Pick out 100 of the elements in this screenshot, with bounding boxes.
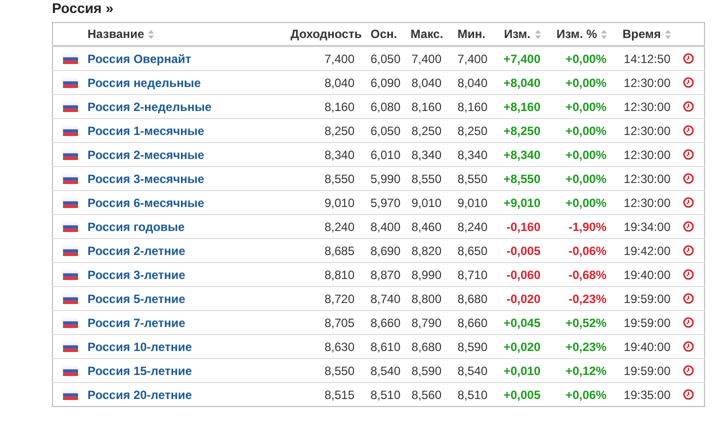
sort-icon[interactable] [601,30,608,40]
high-cell: 8,250 [411,124,442,138]
low-cell: 8,510 [458,388,488,402]
yield-cell: 8,705 [324,316,354,330]
change-percent-cell: +0,00% [565,100,606,114]
time-cell: 19:59:00 [624,292,670,306]
clock-icon [682,125,694,136]
time-cell: 12:30:00 [624,196,670,210]
clock-icon [682,317,694,328]
instrument-link[interactable]: Россия 20-летние [88,388,192,402]
low-cell: 8,650 [458,244,488,258]
yield-cell: 8,240 [324,220,354,234]
instrument-link[interactable]: Россия 2-летние [88,244,186,258]
flag-icon [63,150,78,160]
sort-icon[interactable] [664,30,671,40]
yield-cell: 8,550 [324,172,354,186]
instrument-link[interactable]: Россия 1-месячные [88,124,204,138]
clock-icon [682,77,694,88]
column-header[interactable]: Изм. [504,27,530,41]
prev-cell: 5,970 [370,196,401,210]
clock-icon [682,221,694,232]
instrument-link[interactable]: Россия 3-месячные [88,172,204,186]
instrument-link[interactable]: Россия 6-месячные [88,196,204,210]
high-cell: 8,340 [411,148,442,162]
high-cell: 9,010 [411,196,442,210]
flag-icon [63,318,78,328]
instrument-link[interactable]: Россия 2-недельные [88,100,212,114]
column-header[interactable]: Изм. % [556,27,598,41]
column-header: Макс. [410,27,444,41]
instrument-link[interactable]: Россия 10-летние [88,340,192,354]
yield-cell: 8,515 [324,388,354,402]
column-header[interactable]: Время [622,27,661,41]
change-cell: -0,020 [506,292,540,306]
time-cell: 12:30:00 [624,148,670,162]
change-cell: +8,160 [503,100,540,114]
clock-icon [682,269,694,280]
instrument-link[interactable]: Россия годовые [88,220,185,234]
high-cell: 7,400 [411,52,442,66]
sort-icon[interactable] [148,30,154,40]
high-cell: 8,590 [411,364,442,378]
yield-cell: 8,685 [324,244,354,258]
flag-icon [63,342,78,352]
prev-cell: 6,090 [370,76,401,90]
instrument-link[interactable]: Россия 5-летние [88,292,186,306]
change-cell: +7,400 [503,52,540,66]
clock-icon [682,53,694,64]
flag-icon [63,78,78,88]
prev-cell: 8,400 [370,220,401,234]
change-percent-cell: -0,06% [568,244,606,258]
instrument-link[interactable]: Россия 3-летние [88,268,186,282]
flag-icon [63,222,78,232]
instrument-link[interactable]: Россия 2-месячные [88,148,204,162]
change-percent-cell: -0,23% [568,292,606,306]
instrument-link[interactable]: Россия Овернайт [88,52,192,66]
instrument-link[interactable]: Россия 7-летние [88,316,186,330]
high-cell: 8,560 [411,388,442,402]
change-cell: +9,010 [503,196,540,210]
change-cell: +8,550 [503,172,540,186]
clock-icon [682,149,694,160]
prev-cell: 6,080 [370,100,401,114]
change-percent-cell: +0,00% [565,52,606,66]
change-cell: +8,250 [503,124,540,138]
high-cell: 8,820 [411,244,442,258]
low-cell: 8,250 [458,124,488,138]
clock-icon [682,341,694,352]
column-header: Осн. [370,27,398,41]
change-cell: -0,005 [506,244,540,258]
change-cell: +8,040 [503,76,540,90]
prev-cell: 8,870 [370,268,401,282]
time-cell: 19:42:00 [624,244,670,258]
yield-cell: 8,250 [324,124,354,138]
column-header: Доходность [290,27,362,41]
change-percent-cell: +0,00% [565,172,606,186]
change-percent-cell: +0,00% [565,76,606,90]
time-cell: 19:40:00 [624,340,670,354]
high-cell: 8,040 [411,76,442,90]
low-cell: 8,550 [458,172,488,186]
change-percent-cell: +0,06% [565,388,606,402]
prev-cell: 6,050 [370,124,401,138]
high-cell: 8,990 [411,268,442,282]
change-percent-cell: -1,90% [568,220,606,234]
flag-icon [63,54,78,64]
low-cell: 8,590 [458,340,488,354]
instrument-link[interactable]: Россия 15-летние [88,364,192,378]
change-percent-cell: +0,00% [565,196,606,210]
column-header: Мин. [458,27,486,41]
time-cell: 14:12:50 [624,52,670,66]
column-header[interactable]: Название [88,27,144,41]
high-cell: 8,790 [411,316,442,330]
prev-cell: 8,510 [370,388,401,402]
change-percent-cell: +0,23% [565,340,606,354]
instrument-link[interactable]: Россия недельные [88,76,201,90]
high-cell: 8,680 [411,340,442,354]
flag-icon [63,126,78,136]
low-cell: 8,680 [458,292,488,306]
low-cell: 8,540 [458,364,488,378]
section-heading[interactable]: Россия » [52,0,114,16]
low-cell: 8,660 [458,316,488,330]
sort-icon[interactable] [534,30,540,40]
flag-icon [63,270,78,280]
